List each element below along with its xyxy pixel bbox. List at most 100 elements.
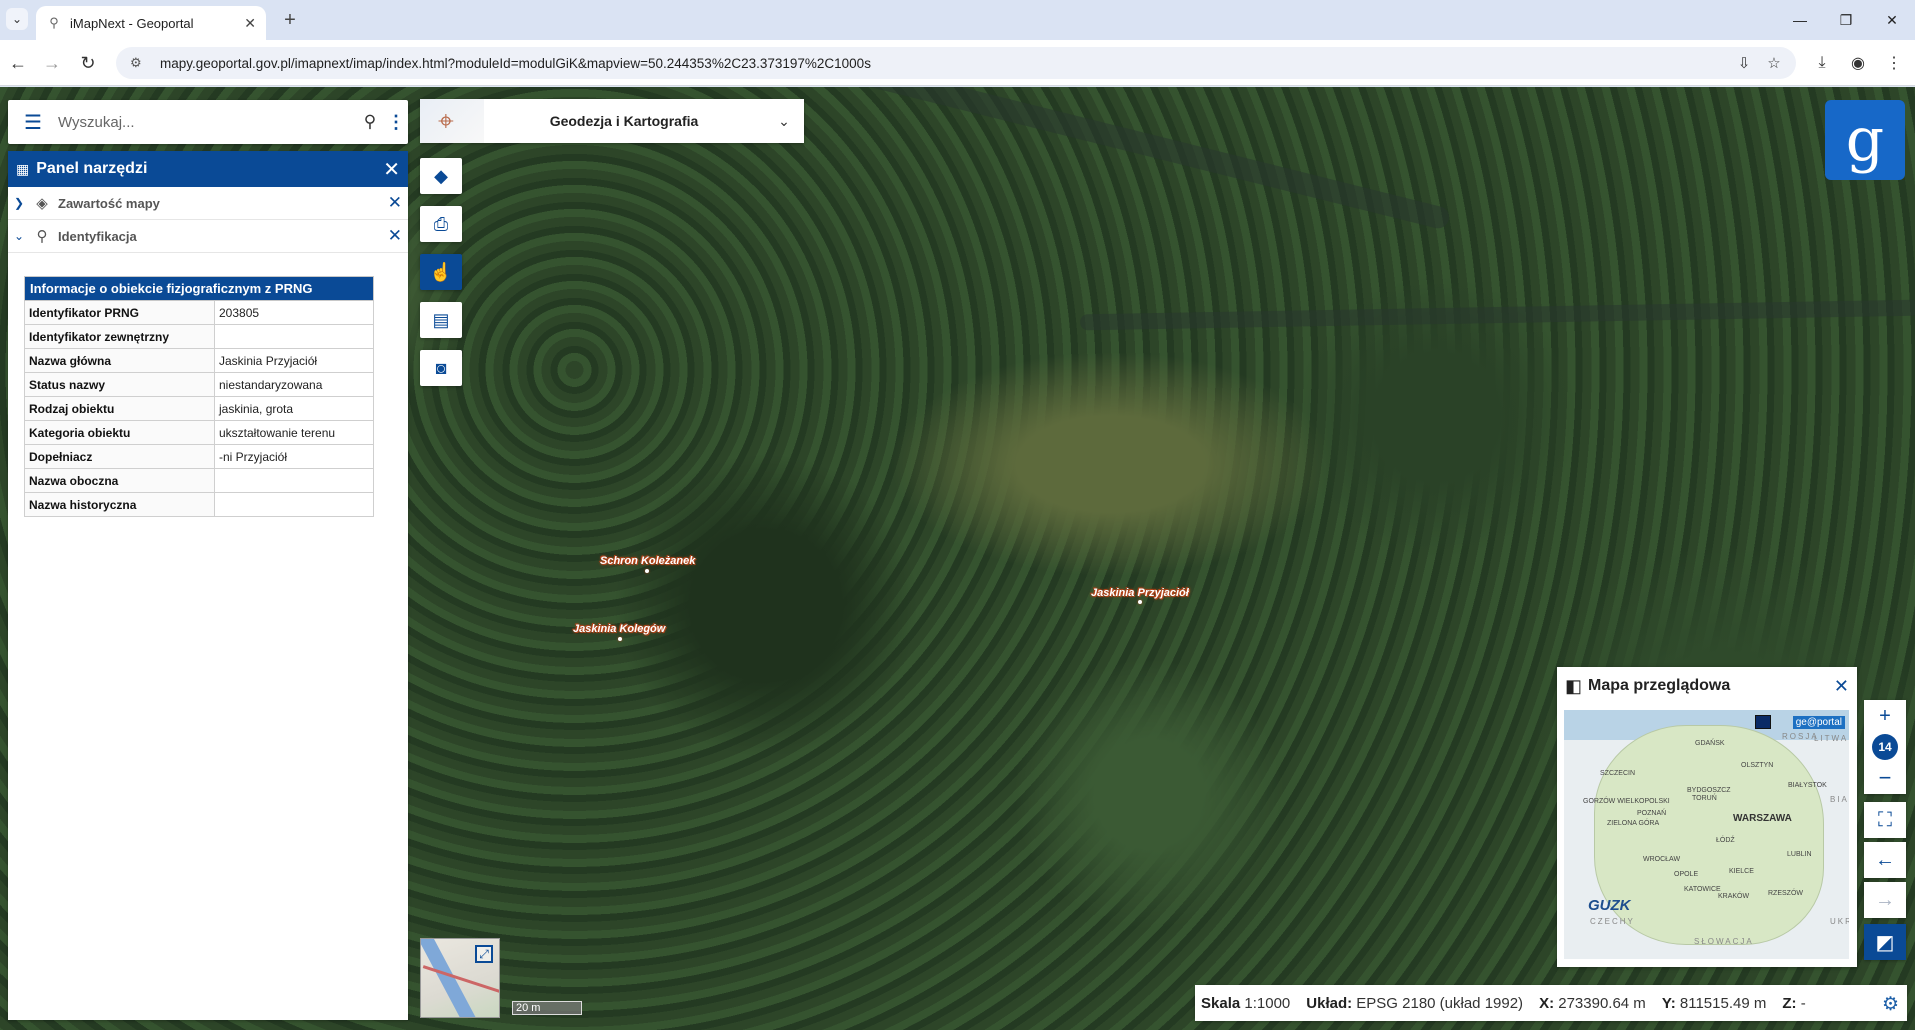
site-info-icon[interactable]: ⚙ (130, 55, 148, 71)
overview-map-header: ◧ Mapa przeglądowa ✕ (1557, 667, 1857, 705)
overview-map-title: Mapa przeglądowa (1588, 677, 1731, 694)
scale-bar: 20 m (512, 1001, 582, 1015)
search-icon: ⚲ (36, 228, 48, 245)
browser-tab[interactable]: ⚲ iMapNext - Geoportal ✕ (36, 6, 266, 40)
row-value: 203805 (214, 300, 374, 325)
omnibox[interactable]: ⚙ mapy.geoportal.gov.pl/imapnext/imap/in… (116, 47, 1796, 79)
window-close-button[interactable]: ✕ (1869, 0, 1915, 40)
open-external-icon[interactable]: ⤢ (475, 945, 493, 963)
crs-readout[interactable]: Układ: EPSG 2180 (układ 1992) (1306, 995, 1523, 1012)
zoom-in-button[interactable]: + (1864, 700, 1906, 732)
y-label: Y: (1661, 994, 1676, 1012)
downloads-icon[interactable]: ⤓ (1812, 53, 1832, 73)
chevron-down-icon[interactable]: ⌄ (14, 229, 30, 243)
country-label: BIA (1830, 795, 1849, 804)
map-label-schron[interactable]: Schron Koleżanek (600, 555, 695, 567)
overview-viewport-marker[interactable] (1755, 715, 1771, 729)
menu-icon[interactable]: ☰ (8, 110, 58, 135)
overview-map[interactable]: ge@portal ROSJA LITWA GDAŃSK OLSZTYN SZC… (1564, 710, 1849, 959)
restore-button[interactable]: ❐ (1823, 0, 1869, 40)
city-label: GORZÓW WIELKOPOLSKI (1583, 798, 1670, 805)
chevron-down-icon[interactable]: ⌄ (764, 113, 804, 130)
new-tab-button[interactable]: + (278, 8, 302, 32)
profile-icon[interactable]: ◉ (1848, 53, 1868, 73)
gear-icon[interactable]: ⚙ (1882, 993, 1899, 1016)
module-selector[interactable]: ⌖ Geodezja i Kartografia ⌄ (420, 99, 804, 143)
identify-button[interactable]: ☝ (420, 254, 462, 290)
info-table-title: Informacje o obiekcie fizjograficznym z … (24, 276, 374, 301)
map-point[interactable] (1138, 600, 1142, 604)
module-name: Geodezja i Kartografia (549, 113, 699, 129)
row-value: jaskinia, grota (214, 396, 374, 421)
city-label: BYDGOSZCZ (1687, 787, 1731, 794)
section-identification[interactable]: ⌄ ⚲ Identyfikacja ✕ (8, 220, 408, 253)
tab-title: iMapNext - Geoportal (70, 15, 194, 31)
browser-menu-icon[interactable]: ⋮ (1884, 53, 1904, 73)
bookmark-star-icon[interactable]: ☆ (1764, 53, 1784, 73)
search-input[interactable] (58, 100, 356, 144)
overview-map-toggle-button[interactable]: ◩ (1864, 924, 1906, 960)
tab-close-icon[interactable]: ✕ (244, 15, 256, 32)
row-value (214, 468, 374, 493)
map-point[interactable] (618, 637, 622, 641)
table-row: Dopełniacz -ni Przyjaciół (24, 444, 374, 469)
close-icon[interactable]: ✕ (388, 193, 402, 213)
fullscreen-icon: ⛶ (1878, 808, 1892, 831)
minimize-button[interactable]: — (1777, 0, 1823, 40)
table-row: Identyfikator PRNG 203805 (24, 300, 374, 325)
map-point[interactable] (645, 569, 649, 573)
close-icon[interactable]: ✕ (1834, 676, 1849, 697)
more-options-icon[interactable]: ⋮ (384, 112, 408, 133)
x-readout: X: 273390.64 m (1539, 995, 1646, 1012)
scale-value: 1:1000 (1244, 994, 1291, 1012)
camera-icon: ◙ (435, 357, 447, 378)
previous-view-button[interactable]: ← (1864, 842, 1906, 878)
layers-button[interactable]: ◆ (420, 158, 462, 194)
row-key: Nazwa oboczna (24, 468, 215, 493)
fullscreen-button[interactable]: ⛶ (1864, 802, 1906, 838)
scale-label: Skala (1201, 994, 1241, 1012)
table-row: Nazwa historyczna (24, 492, 374, 517)
city-label: SZCZECIN (1600, 770, 1635, 777)
close-icon[interactable]: ✕ (383, 157, 400, 182)
y-readout: Y: 811515.49 m (1662, 995, 1767, 1012)
close-icon[interactable]: ✕ (388, 226, 402, 246)
tools-panel-title: Panel narzędzi (36, 160, 148, 177)
screenshot-button[interactable]: ◙ (420, 350, 462, 386)
clipboard-button[interactable]: ▤ (420, 302, 462, 338)
overview-map-icon: ◧ (1565, 675, 1583, 696)
layers-icon: ◆ (434, 165, 448, 186)
url-text[interactable]: mapy.geoportal.gov.pl/imapnext/imap/inde… (160, 56, 871, 71)
row-key: Kategoria obiektu (24, 420, 215, 445)
search-box: ☰ ⚲ ⋮ (8, 100, 408, 144)
zoom-stack: + 14 − (1864, 700, 1906, 794)
geoportal-logo[interactable]: g (1825, 100, 1905, 180)
chevron-right-icon[interactable]: ❯ (14, 196, 30, 210)
row-key: Dopełniacz (24, 444, 215, 469)
reload-button[interactable]: ↻ (74, 49, 102, 77)
forward-button[interactable]: → (38, 49, 66, 77)
clipboard-icon: ▤ (432, 309, 450, 330)
print-button[interactable]: ⎙ (420, 206, 462, 242)
row-key: Identyfikator PRNG (24, 300, 215, 325)
install-app-icon[interactable]: ⇩ (1734, 53, 1754, 73)
country-label: SŁOWACJA (1694, 937, 1754, 946)
section-map-content[interactable]: ❯ ◈ Zawartość mapy ✕ (8, 187, 408, 220)
browser-tabbar: ⌄ ⚲ iMapNext - Geoportal ✕ + — ❐ ✕ (0, 0, 1915, 40)
tab-search-button[interactable]: ⌄ (6, 8, 28, 30)
map-label-kolegow[interactable]: Jaskinia Kolegów (573, 623, 665, 635)
map-label-przyjaciol[interactable]: Jaskinia Przyjaciół (1091, 587, 1189, 599)
print-icon: ⎙ (433, 213, 449, 234)
back-button[interactable]: ← (4, 49, 32, 77)
zoom-out-button[interactable]: − (1864, 762, 1906, 794)
scale-readout[interactable]: Skala 1:1000 (1201, 995, 1290, 1012)
table-row: Status nazwy niestandaryzowana (24, 372, 374, 397)
city-label: ŁÓDŹ (1716, 837, 1735, 844)
next-view-button[interactable]: → (1864, 882, 1906, 918)
y-value: 811515.49 m (1679, 994, 1767, 1012)
row-value: niestandaryzowana (214, 372, 374, 397)
x-label: X: (1539, 994, 1555, 1012)
search-icon[interactable]: ⚲ (356, 112, 384, 132)
favicon-icon: ⚲ (49, 15, 59, 30)
basemap-switcher[interactable]: ⤢ (420, 938, 500, 1018)
